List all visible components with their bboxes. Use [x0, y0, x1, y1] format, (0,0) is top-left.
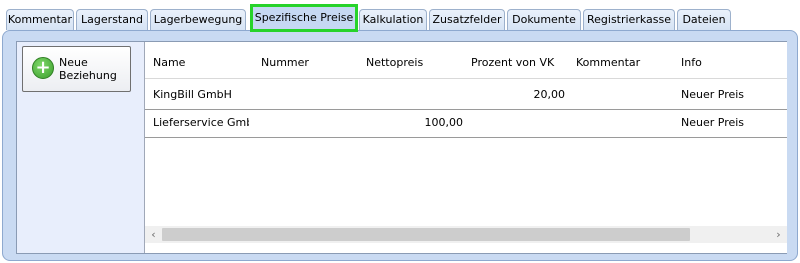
- tab-dokumente[interactable]: Dokumente: [507, 9, 581, 30]
- tab-bar: Kommentar Lagerstand Lagerbewegung Spezi…: [0, 0, 800, 32]
- tab-registrierkasse[interactable]: Registrierkasse: [583, 9, 675, 30]
- tab-dateien[interactable]: Dateien: [677, 9, 731, 30]
- cell-prozent-von-vk: 20,00: [533, 88, 566, 101]
- column-header-nettopreis[interactable]: Nettopreis: [366, 56, 466, 69]
- new-relation-label: Neue Beziehung: [59, 56, 117, 82]
- column-header-nummer[interactable]: Nummer: [261, 56, 361, 69]
- scroll-right-arrow-icon[interactable]: ›: [770, 226, 787, 243]
- prices-table: Name Nummer Nettopreis Prozent von VK Ko…: [144, 42, 787, 253]
- new-relation-button[interactable]: + Neue Beziehung: [22, 46, 131, 92]
- column-header-prozent-von-vk[interactable]: Prozent von VK: [471, 56, 571, 69]
- cell-info: Neuer Preis: [681, 88, 745, 101]
- table-row[interactable]: Lieferservice GmbH 100,00 Neuer Preis: [145, 110, 787, 138]
- tab-kommentar[interactable]: Kommentar: [6, 9, 74, 30]
- tab-lagerbewegung[interactable]: Lagerbewegung: [150, 9, 246, 30]
- table-row[interactable]: KingBill GmbH 20,00 Neuer Preis: [145, 82, 787, 110]
- cell-nettopreis: 100,00: [424, 116, 464, 129]
- tab-zusatzfelder[interactable]: Zusatzfelder: [429, 9, 505, 30]
- table-header: Name Nummer Nettopreis Prozent von VK Ko…: [145, 42, 787, 79]
- tab-lagerstand[interactable]: Lagerstand: [76, 9, 148, 30]
- tab-spezifische-preise[interactable]: Spezifische Preise: [250, 4, 358, 32]
- column-header-name[interactable]: Name: [153, 56, 253, 69]
- content-area: + Neue Beziehung Name Nummer Nettopreis …: [16, 41, 787, 254]
- cell-name: Lieferservice GmbH: [153, 116, 249, 129]
- column-header-info[interactable]: Info: [681, 56, 781, 69]
- plus-circle-icon: +: [32, 57, 54, 79]
- cell-info: Neuer Preis: [681, 116, 745, 129]
- horizontal-scrollbar[interactable]: ‹ ›: [145, 226, 787, 243]
- scrollbar-thumb[interactable]: [162, 228, 690, 241]
- tab-panel: + Neue Beziehung Name Nummer Nettopreis …: [2, 30, 798, 261]
- tab-kalkulation[interactable]: Kalkulation: [359, 9, 427, 30]
- column-header-kommentar[interactable]: Kommentar: [576, 56, 676, 69]
- cell-name: KingBill GmbH: [153, 88, 232, 101]
- scroll-left-arrow-icon[interactable]: ‹: [145, 226, 162, 243]
